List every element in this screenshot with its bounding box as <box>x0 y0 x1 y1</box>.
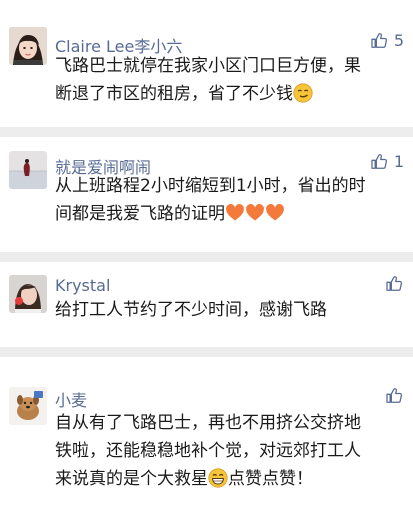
smirk-emoji-icon <box>293 83 313 103</box>
like-count: 1 <box>393 152 404 171</box>
comment-line: 从上班路程2小时缩短到1小时，省出的时 <box>55 176 366 196</box>
orange-heart-emoji-icon <box>245 203 265 223</box>
thumbs-up-icon <box>370 152 389 171</box>
comment-line: 来说真的是个大救星 点赞点赞！ <box>55 465 400 493</box>
thumbs-up-icon <box>385 274 404 293</box>
comment-line-text: 点赞点赞！ <box>228 469 313 489</box>
comment-line-text: 断退了市区的租房，省了不少钱 <box>55 84 293 104</box>
comment-line-text: 间都是我爱飞路的证明 <box>55 204 225 224</box>
comment-line-text: 来说真的是个大救星 <box>55 469 208 489</box>
girl-avatar-icon[interactable] <box>9 27 47 65</box>
comment-item: 小麦 自从有了飞路巴士，再也不用挤公交挤地 铁啦，还能稳稳地补个觉，对远郊打工人… <box>0 357 413 505</box>
thumbs-up-icon <box>370 31 389 50</box>
orange-heart-emoji-icon <box>225 203 245 223</box>
divider <box>0 252 413 262</box>
divider <box>0 347 413 357</box>
like-button[interactable]: 1 <box>370 152 404 171</box>
dog-avatar-icon[interactable] <box>9 387 47 425</box>
comment-item: Claire Lee李小六 5 飞路巴士就停在我家小区门口巨方便，果 断退了市区… <box>0 0 413 127</box>
like-count: 5 <box>393 31 404 50</box>
comment-feed: Claire Lee李小六 5 飞路巴士就停在我家小区门口巨方便，果 断退了市区… <box>0 0 413 505</box>
comment-text: 给打工人节约了不少时间，感谢飞路 <box>55 296 400 324</box>
comment-line: 飞路巴士就停在我家小区门口巨方便，果 <box>55 56 361 76</box>
comment-text: 自从有了飞路巴士，再也不用挤公交挤地 铁啦，还能稳稳地补个觉，对远郊打工人 来说… <box>55 409 400 493</box>
comment-item: 就是爱闹啊闹 1 从上班路程2小时缩短到1小时，省出的时 间都是我爱飞路的证明 <box>0 137 413 252</box>
like-button[interactable] <box>385 274 404 293</box>
portrait-avatar-icon[interactable] <box>9 275 47 313</box>
comment-text: 飞路巴士就停在我家小区门口巨方便，果 断退了市区的租房，省了不少钱 <box>55 52 400 108</box>
beach-avatar-icon[interactable] <box>9 151 47 189</box>
comment-line: 断退了市区的租房，省了不少钱 <box>55 80 400 108</box>
comment-line: 自从有了飞路巴士，再也不用挤公交挤地 <box>55 413 361 433</box>
orange-heart-emoji-icon <box>265 203 285 223</box>
like-button[interactable] <box>385 386 404 405</box>
comment-line: 给打工人节约了不少时间，感谢飞路 <box>55 300 327 320</box>
comment-line: 铁啦，还能稳稳地补个觉，对远郊打工人 <box>55 441 361 461</box>
comment-text: 从上班路程2小时缩短到1小时，省出的时 间都是我爱飞路的证明 <box>55 172 400 228</box>
comment-author[interactable]: Krystal <box>55 276 110 295</box>
comment-author[interactable]: 小麦 <box>55 387 87 411</box>
comment-item: Krystal 给打工人节约了不少时间，感谢飞路 <box>0 262 413 347</box>
divider <box>0 127 413 137</box>
grin-emoji-icon <box>208 468 228 488</box>
comment-line: 间都是我爱飞路的证明 <box>55 200 400 228</box>
like-button[interactable]: 5 <box>370 31 404 50</box>
thumbs-up-icon <box>385 386 404 405</box>
